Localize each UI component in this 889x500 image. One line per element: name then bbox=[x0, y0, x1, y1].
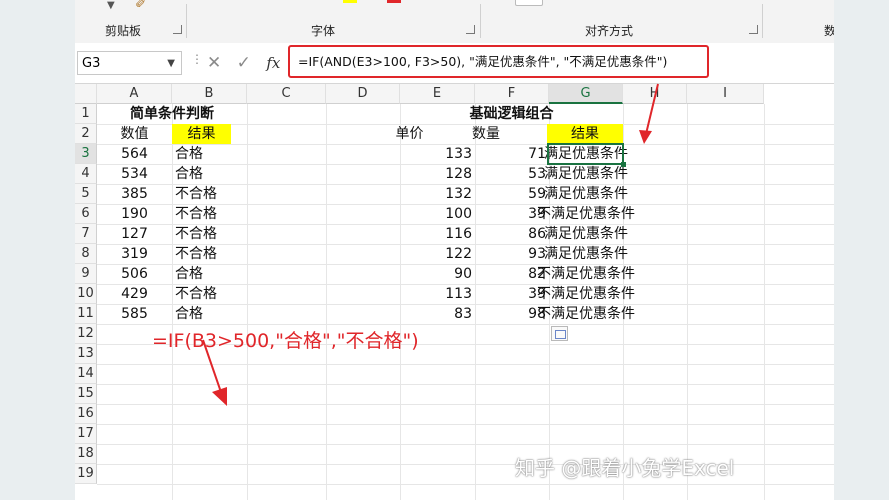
arrow-to-header-head bbox=[639, 130, 652, 144]
annotation-arrows bbox=[202, 83, 659, 406]
arrow-to-formula-shaft bbox=[202, 339, 224, 399]
watermark: 知乎 @跟着小兔学Excel bbox=[515, 456, 735, 480]
left-background-strip bbox=[0, 0, 75, 500]
spreadsheet-app: ▼ ✐ 剪贴板 字体 对齐方式 数 G3 ▼ ⋮ ✕ ✓ fx =IF(AND(… bbox=[75, 0, 834, 500]
arrow-to-header-shaft bbox=[645, 83, 659, 135]
arrow-to-formula-head bbox=[212, 387, 227, 406]
right-background-strip bbox=[834, 0, 889, 500]
